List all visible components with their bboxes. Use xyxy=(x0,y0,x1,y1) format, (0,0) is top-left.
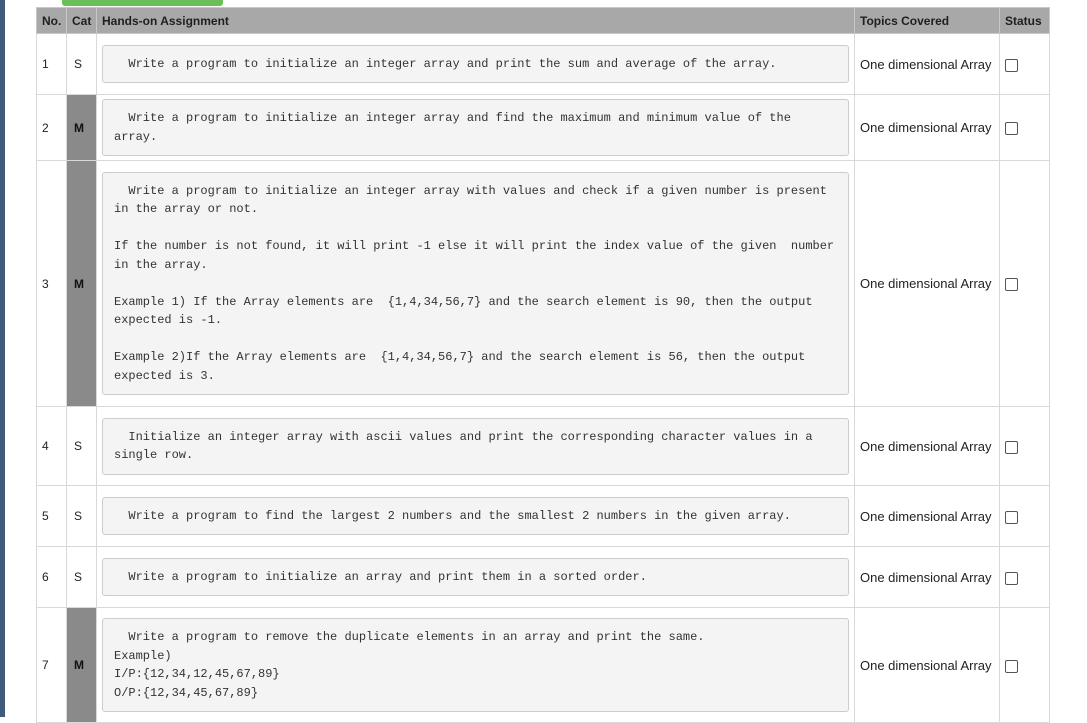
status-checkbox[interactable] xyxy=(1005,278,1018,292)
status-cell xyxy=(999,33,1050,95)
assignment-text: Write a program to initialize an integer… xyxy=(102,99,849,156)
row-category: M xyxy=(66,160,97,407)
status-cell xyxy=(999,94,1050,161)
assignment-cell: Write a program to initialize an integer… xyxy=(96,160,855,407)
header-assignment: Hands-on Assignment xyxy=(96,7,855,34)
assignment-table-container: No. Cat Hands-on Assignment Topics Cover… xyxy=(36,7,1050,723)
row-category: S xyxy=(66,33,97,95)
header-cat: Cat xyxy=(66,7,97,34)
row-number: 1 xyxy=(36,33,67,95)
row-number: 2 xyxy=(36,94,67,161)
status-cell xyxy=(999,546,1050,608)
header-no: No. xyxy=(36,7,67,34)
row-category: S xyxy=(66,406,97,486)
status-checkbox[interactable] xyxy=(1005,659,1018,673)
status-checkbox[interactable] xyxy=(1005,58,1018,72)
status-checkbox[interactable] xyxy=(1005,122,1018,136)
assignment-cell: Initialize an integer array with ascii v… xyxy=(96,406,855,486)
table-row: 1 S Write a program to initialize an int… xyxy=(36,33,1050,95)
assignment-table: No. Cat Hands-on Assignment Topics Cover… xyxy=(36,7,1050,723)
status-checkbox[interactable] xyxy=(1005,510,1018,524)
assignment-text: Write a program to initialize an integer… xyxy=(102,44,849,84)
assignment-cell: Write a program to initialize an integer… xyxy=(96,33,855,95)
row-number: 7 xyxy=(36,607,67,723)
table-row: 3 M Write a program to initialize an int… xyxy=(36,160,1050,407)
row-category: M xyxy=(66,607,97,723)
topic-cell: One dimensional Array xyxy=(854,160,1000,407)
status-checkbox[interactable] xyxy=(1005,440,1018,454)
row-number: 4 xyxy=(36,406,67,486)
assignment-cell: Write a program to initialize an array a… xyxy=(96,546,855,608)
row-category: S xyxy=(66,485,97,547)
topic-cell: One dimensional Array xyxy=(854,94,1000,161)
assignment-cell: Write a program to find the largest 2 nu… xyxy=(96,485,855,547)
progress-bar xyxy=(62,0,223,6)
status-cell xyxy=(999,160,1050,407)
status-cell xyxy=(999,607,1050,723)
topic-cell: One dimensional Array xyxy=(854,406,1000,486)
assignment-cell: Write a program to remove the duplicate … xyxy=(96,607,855,723)
assignment-text: Write a program to initialize an integer… xyxy=(102,171,849,396)
table-row: 5 S Write a program to find the largest … xyxy=(36,485,1050,547)
topic-cell: One dimensional Array xyxy=(854,607,1000,723)
table-row: 6 S Write a program to initialize an arr… xyxy=(36,546,1050,608)
status-checkbox[interactable] xyxy=(1005,571,1018,585)
row-category: S xyxy=(66,546,97,608)
table-row: 2 M Write a program to initialize an int… xyxy=(36,94,1050,161)
topic-cell: One dimensional Array xyxy=(854,485,1000,547)
right-gutter xyxy=(1049,0,1087,717)
row-number: 3 xyxy=(36,160,67,407)
assignment-cell: Write a program to initialize an integer… xyxy=(96,94,855,161)
row-number: 6 xyxy=(36,546,67,608)
header-status: Status xyxy=(999,7,1050,34)
table-row: 7 M Write a program to remove the duplic… xyxy=(36,607,1050,723)
table-header-row: No. Cat Hands-on Assignment Topics Cover… xyxy=(36,7,1050,34)
topic-cell: One dimensional Array xyxy=(854,33,1000,95)
table-row: 4 S Initialize an integer array with asc… xyxy=(36,406,1050,486)
assignment-text: Initialize an integer array with ascii v… xyxy=(102,417,849,475)
status-cell xyxy=(999,485,1050,547)
status-cell xyxy=(999,406,1050,486)
assignment-text: Write a program to find the largest 2 nu… xyxy=(102,496,849,536)
left-gutter xyxy=(5,0,36,717)
assignment-text: Write a program to initialize an array a… xyxy=(102,557,849,597)
header-topics: Topics Covered xyxy=(854,7,1000,34)
assignment-text: Write a program to remove the duplicate … xyxy=(102,618,849,712)
row-category: M xyxy=(66,94,97,161)
topic-cell: One dimensional Array xyxy=(854,546,1000,608)
row-number: 5 xyxy=(36,485,67,547)
